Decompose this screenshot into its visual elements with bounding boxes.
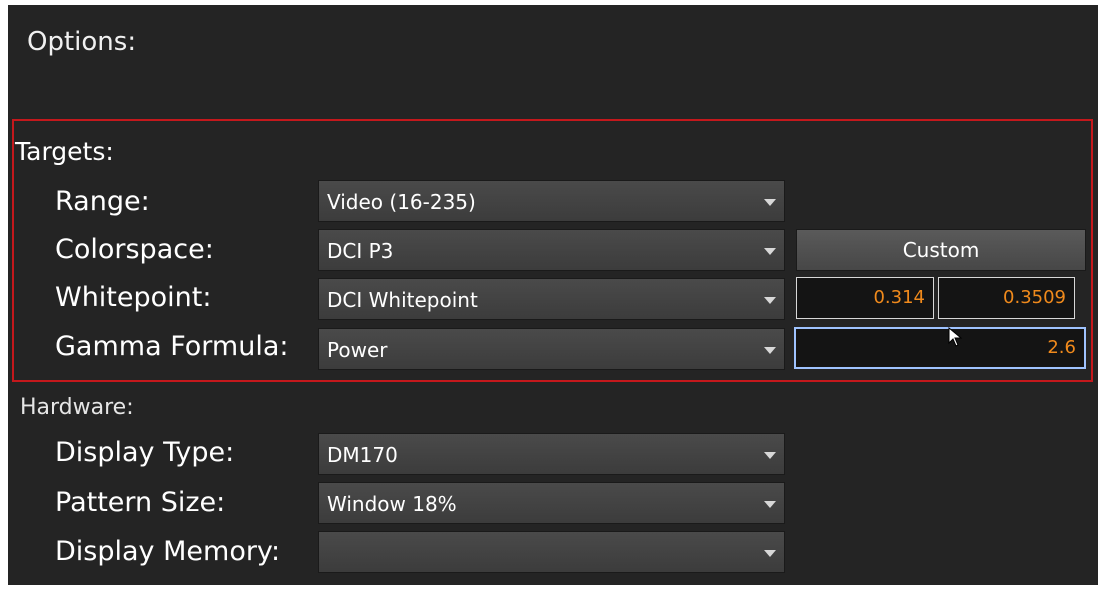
gamma-formula-value: Power xyxy=(327,338,388,362)
range-dropdown[interactable]: Video (16-235) xyxy=(318,180,785,222)
display-memory-dropdown[interactable] xyxy=(318,531,785,573)
colorspace-dropdown[interactable]: DCI P3 xyxy=(318,229,785,271)
pattern-size-dropdown[interactable]: Window 18% xyxy=(318,482,785,524)
gamma-value-field[interactable]: 2.6 xyxy=(794,327,1086,369)
custom-button[interactable]: Custom xyxy=(796,229,1086,271)
chevron-down-icon xyxy=(764,452,776,459)
gamma-formula-dropdown[interactable]: Power xyxy=(318,328,785,370)
colorspace-value: DCI P3 xyxy=(327,239,394,263)
options-title: Options: xyxy=(27,27,137,57)
targets-section-label: Targets: xyxy=(15,137,114,166)
chevron-down-icon xyxy=(764,501,776,508)
whitepoint-y-field[interactable]: 0.3509 xyxy=(938,277,1075,319)
pattern-size-label: Pattern Size: xyxy=(55,487,226,518)
display-type-dropdown[interactable]: DM170 xyxy=(318,433,785,475)
whitepoint-x-field[interactable]: 0.314 xyxy=(796,277,934,319)
display-memory-label: Display Memory: xyxy=(55,536,281,567)
range-value: Video (16-235) xyxy=(327,190,476,214)
gamma-formula-label: Gamma Formula: xyxy=(55,331,289,362)
whitepoint-label: Whitepoint: xyxy=(55,282,212,313)
range-label: Range: xyxy=(55,186,150,217)
whitepoint-value: DCI Whitepoint xyxy=(327,288,478,312)
chevron-down-icon xyxy=(764,248,776,255)
whitepoint-dropdown[interactable]: DCI Whitepoint xyxy=(318,278,785,320)
hardware-section-label: Hardware: xyxy=(20,395,134,420)
display-type-label: Display Type: xyxy=(55,437,235,468)
pattern-size-value: Window 18% xyxy=(327,492,457,516)
colorspace-label: Colorspace: xyxy=(55,234,214,265)
chevron-down-icon xyxy=(764,199,776,206)
chevron-down-icon xyxy=(764,347,776,354)
chevron-down-icon xyxy=(764,550,776,557)
display-type-value: DM170 xyxy=(327,443,398,467)
chevron-down-icon xyxy=(764,297,776,304)
mouse-pointer-icon xyxy=(948,327,963,347)
